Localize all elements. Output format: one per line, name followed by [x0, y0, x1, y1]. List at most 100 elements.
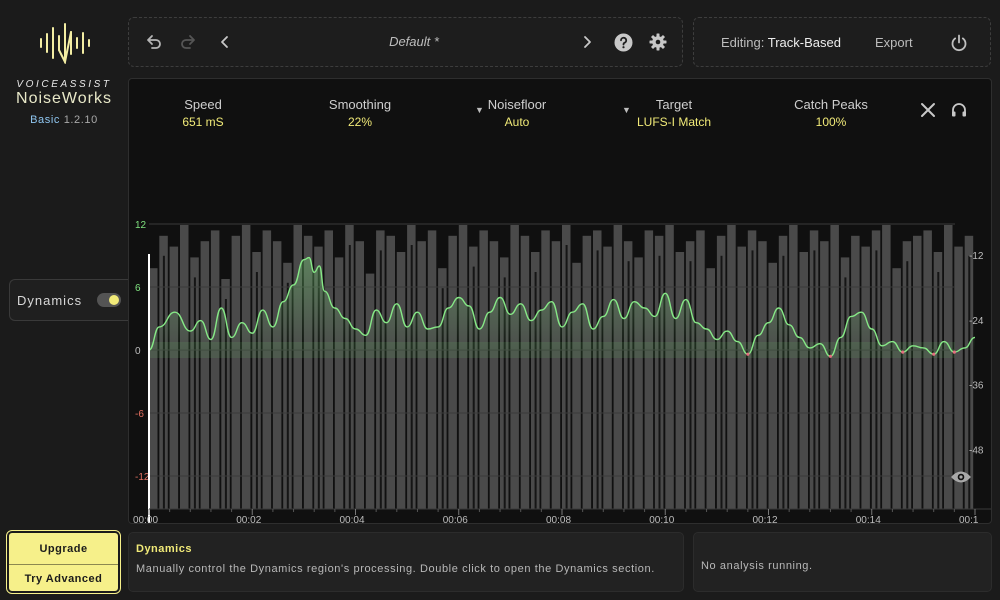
gear-icon[interactable]: [647, 31, 669, 53]
time-tick-label: 00:14: [856, 515, 881, 524]
power-icon[interactable]: [948, 32, 970, 54]
dynamics-display[interactable]: 12 6 0 -6 -12 -12 -24 -36 -48 00:00 00:02 00:04 00:0…: [128, 78, 992, 524]
gain-negative-point: [901, 350, 905, 354]
dropdown-caret-icon[interactable]: ▼: [622, 105, 631, 115]
waveform-dip: [410, 245, 413, 509]
waveform-bar: [861, 246, 870, 509]
analysis-status: No analysis running.: [701, 560, 813, 572]
waveform-bar: [582, 235, 592, 510]
waveform-bar: [458, 225, 468, 509]
info-description: Manually control the Dynamics region's p…: [136, 563, 655, 575]
left-axis-tick: -12: [135, 472, 150, 483]
brand-product-name: NoiseWorks: [16, 90, 112, 107]
gain-negative-point: [932, 352, 936, 356]
waveform-bar: [613, 225, 623, 509]
waveform-bar: [572, 262, 581, 509]
waveform-dip: [255, 272, 258, 509]
previous-preset-icon[interactable]: [215, 32, 235, 52]
toggle-knob: [109, 295, 119, 305]
dropdown-caret-icon[interactable]: ▼: [475, 105, 484, 115]
waveform-dip: [906, 261, 909, 509]
left-axis-tick: 0: [135, 346, 141, 357]
gain-negative-point: [952, 350, 956, 354]
close-icon[interactable]: [918, 100, 938, 120]
undo-icon[interactable]: [143, 31, 165, 53]
waveform-bar: [520, 235, 530, 510]
waveform-dip: [844, 277, 847, 509]
waveform-bar: [149, 268, 158, 509]
waveform-bar: [768, 262, 777, 509]
sidebar-item-dynamics[interactable]: Dynamics: [9, 279, 129, 321]
waveform-dip: [751, 250, 754, 509]
headphones-icon[interactable]: [949, 100, 969, 120]
waveform-dip: [162, 255, 165, 509]
upgrade-panel: Upgrade Try Advanced: [6, 530, 121, 594]
redo-icon[interactable]: [177, 31, 199, 53]
editing-mode-selector[interactable]: Editing: Track-Based: [721, 35, 841, 50]
param-value: LUFS-I Match: [636, 115, 711, 129]
status-panel: No analysis running.: [693, 532, 992, 592]
brand-version: Basic 1.2.10: [0, 114, 128, 126]
waveform-dip: [596, 250, 599, 509]
waveform-bar: [396, 252, 406, 509]
waveform-bar: [820, 241, 829, 509]
gain-negative-point: [746, 352, 750, 356]
waveform-bar: [882, 225, 891, 509]
param-value: Auto: [504, 115, 530, 129]
waveform-dip: [875, 250, 878, 509]
waveform-bar: [489, 241, 499, 509]
preset-name[interactable]: Default *: [329, 34, 499, 49]
waveform-logo-icon: [40, 23, 90, 64]
waveform-bar: [892, 268, 901, 509]
time-tick-label: 00:12: [753, 515, 778, 524]
brand-logo: VOICEASSIST NoiseWorks Basic 1.2.10: [0, 0, 128, 150]
waveform-bar: [427, 230, 437, 509]
param-label: Catch Peaks: [794, 97, 868, 112]
gain-negative-point: [828, 354, 833, 358]
waveform-dip: [193, 277, 196, 509]
waveform-bar: [644, 230, 654, 509]
upgrade-button[interactable]: Upgrade: [9, 533, 118, 564]
eye-icon[interactable]: [948, 467, 974, 487]
waveform-bar: [634, 257, 643, 509]
time-tick-label: 00:04: [340, 515, 365, 524]
waveform-bar: [727, 225, 736, 509]
waveform-bar: [789, 225, 798, 509]
time-tick-label: 00:1: [959, 515, 979, 524]
waveform-bar: [365, 273, 375, 509]
param-catch-peaks[interactable]: Catch Peaks 100%: [761, 97, 901, 129]
waveform-bar: [706, 268, 715, 509]
waveform-bar: [386, 235, 395, 510]
waveform-bar: [675, 252, 685, 509]
waveform-bar: [510, 225, 519, 509]
left-axis-tick: 12: [135, 220, 147, 231]
waveform-bar: [758, 241, 767, 509]
next-preset-icon[interactable]: [577, 32, 597, 52]
right-axis-tick: -48: [969, 445, 984, 456]
waveform-bar: [180, 225, 189, 509]
waveform-bar: [262, 230, 272, 509]
help-icon[interactable]: [612, 31, 634, 53]
time-tick-label: 00:08: [546, 515, 571, 524]
waveform-bar: [417, 241, 426, 509]
waveform-dip: [379, 250, 382, 509]
editing-mode-value: Track-Based: [767, 35, 841, 50]
param-noisefloor[interactable]: ▼ Noisefloor Auto: [447, 97, 587, 129]
param-label: Noisefloor: [487, 97, 547, 112]
waveform-dip: [627, 261, 630, 509]
dynamics-chart[interactable]: 12 6 0 -6 -12 -12 -24 -36 -48 00:00 00:02 00:04 00:0…: [129, 79, 992, 524]
waveform-bar: [334, 257, 344, 509]
left-axis-tick: -6: [135, 409, 144, 420]
param-target[interactable]: ▼ Target LUFS-I Match: [604, 97, 744, 129]
dynamics-toggle[interactable]: [97, 293, 121, 307]
waveform-dip: [937, 272, 940, 509]
brand-tier: Basic: [30, 114, 61, 126]
waveform-bar: [324, 230, 333, 509]
export-button[interactable]: Export: [875, 35, 913, 50]
info-panel: Dynamics Manually control the Dynamics r…: [128, 532, 684, 592]
param-smoothing[interactable]: Smoothing 22%: [290, 97, 430, 129]
waveform-dip: [782, 255, 785, 509]
try-advanced-button[interactable]: Try Advanced: [9, 565, 118, 593]
time-tick-label: 00:06: [443, 515, 468, 524]
param-speed[interactable]: Speed 651 mS: [133, 97, 273, 129]
